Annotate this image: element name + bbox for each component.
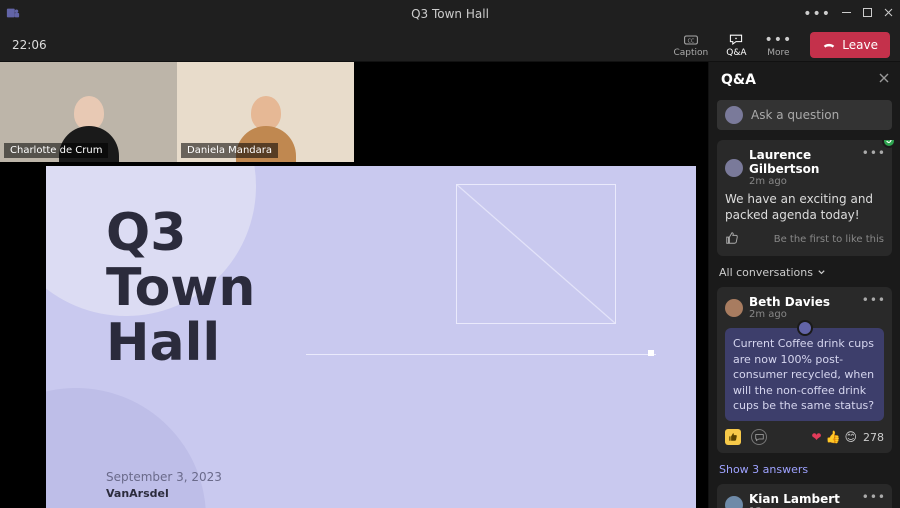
thumbs-up-icon: 👍 [826, 430, 841, 444]
more-button[interactable]: ••• More [765, 32, 793, 58]
question-text: Current Coffee drink cups are now 100% p… [733, 337, 874, 412]
maximize-icon[interactable] [862, 7, 873, 21]
reply-button[interactable] [751, 429, 767, 445]
video-tile[interactable]: Charlotte de Crum [0, 62, 177, 162]
question-badge-icon [797, 320, 813, 336]
ask-placeholder: Ask a question [751, 108, 839, 122]
slide-date: September 3, 2023 [106, 470, 222, 484]
close-icon [878, 72, 890, 84]
qa-post: ••• Kian Lambert 13m ago [717, 484, 892, 508]
post-author: Beth Davies [749, 295, 830, 309]
post-menu-button[interactable]: ••• [862, 293, 886, 307]
post-time: 2m ago [749, 176, 884, 187]
caption-icon: CC [683, 32, 699, 48]
chevron-down-icon [817, 268, 826, 277]
qa-button[interactable]: Q&A [726, 32, 746, 58]
ask-question-input[interactable]: Ask a question [717, 100, 892, 130]
avatar [725, 106, 743, 124]
title-bar: Q3 Town Hall ••• [0, 0, 900, 28]
upvote-button[interactable] [725, 429, 741, 445]
avatar [725, 299, 743, 317]
participant-name: Daniela Mandara [181, 143, 278, 158]
teams-icon [6, 6, 20, 23]
thumbs-up-icon [725, 231, 739, 245]
post-time: 2m ago [749, 309, 830, 320]
conversations-filter[interactable]: All conversations [719, 266, 890, 279]
qa-panel-title: Q&A [721, 72, 756, 88]
chat-icon [755, 433, 764, 442]
post-menu-button[interactable]: ••• [862, 146, 886, 160]
minimize-icon[interactable] [841, 7, 852, 21]
avatar [725, 159, 743, 177]
like-button[interactable] [725, 231, 739, 248]
meeting-timer: 22:06 [12, 38, 47, 52]
post-menu-button[interactable]: ••• [862, 490, 886, 504]
avatar [725, 496, 743, 508]
question-card: Current Coffee drink cups are now 100% p… [725, 328, 884, 421]
slide-title: Q3 Town Hall [106, 206, 255, 371]
slide-brand: VanArsdel [106, 487, 169, 500]
reaction-summary[interactable]: ❤ 👍 😊 278 [811, 430, 884, 444]
meeting-stage: Charlotte de Crum Daniela Mandara Q3 Tow… [0, 62, 708, 508]
post-text: We have an exciting and packed agenda to… [725, 191, 884, 223]
qa-post: ••• Beth Davies 2m ago Current Coffee dr… [717, 287, 892, 453]
smile-icon: 😊 [844, 430, 857, 444]
title-more-icon[interactable]: ••• [803, 6, 831, 22]
meeting-top-bar: 22:06 CC Caption Q&A ••• More Leave [0, 28, 900, 62]
reaction-count: 278 [863, 431, 884, 444]
qa-icon [728, 32, 744, 48]
caption-button[interactable]: CC Caption [673, 32, 708, 58]
like-hint: Be the first to like this [774, 234, 884, 245]
leave-button[interactable]: Leave [810, 32, 890, 58]
window-title: Q3 Town Hall [411, 7, 489, 21]
thumbs-up-icon [728, 432, 738, 442]
svg-text:CC: CC [688, 38, 695, 44]
heart-icon: ❤ [811, 430, 821, 444]
shared-slide: Q3 Town Hall September 3, 2023 VanArsdel [46, 166, 696, 508]
qa-panel: Q&A Ask a question ••• Laurence Gilberts… [708, 62, 900, 508]
video-tile[interactable]: Daniela Mandara [177, 62, 354, 162]
hangup-icon [822, 38, 836, 52]
close-icon[interactable] [883, 7, 894, 21]
show-answers-link[interactable]: Show 3 answers [719, 463, 892, 476]
more-icon: ••• [765, 32, 793, 48]
participant-name: Charlotte de Crum [4, 143, 108, 158]
post-author: Kian Lambert [749, 492, 840, 506]
qa-close-button[interactable] [878, 72, 890, 88]
qa-post: ••• Laurence Gilbertson 2m ago We have a… [717, 140, 892, 256]
